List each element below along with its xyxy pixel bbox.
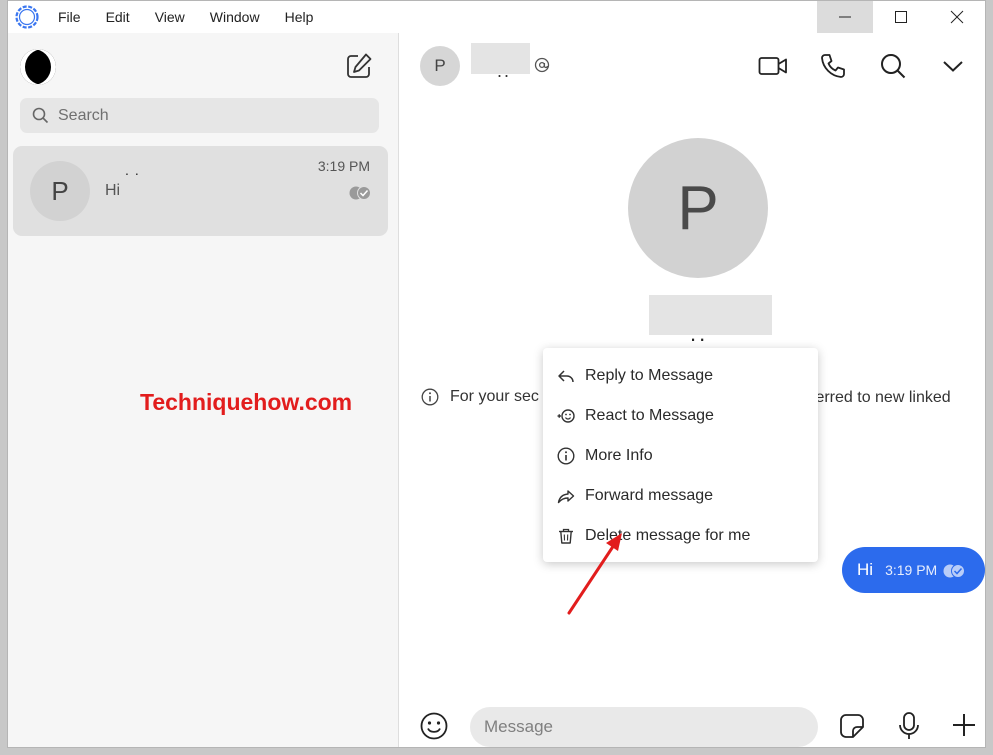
emoji-icon[interactable] bbox=[419, 711, 449, 741]
annotation-arrow-icon bbox=[567, 533, 622, 615]
sticker-icon[interactable] bbox=[838, 712, 866, 740]
delivered-check-icon bbox=[349, 186, 371, 200]
menu-item-label: Reply to Message bbox=[585, 367, 714, 384]
minimize-icon bbox=[839, 16, 851, 18]
my-profile-avatar[interactable] bbox=[20, 49, 56, 85]
note-to-self-icon bbox=[534, 57, 550, 73]
maximize-icon bbox=[895, 11, 907, 23]
menu-view[interactable]: View bbox=[155, 9, 185, 25]
signal-logo-icon bbox=[15, 5, 39, 29]
plus-icon[interactable] bbox=[951, 712, 977, 738]
message-composer bbox=[400, 701, 985, 747]
conversation-avatar: P bbox=[30, 161, 90, 221]
voice-call-button[interactable] bbox=[803, 49, 863, 83]
contact-hero-name-redacted bbox=[649, 295, 772, 335]
conversation-time: 3:19 PM bbox=[317, 158, 370, 174]
menu-item-label: React to Message bbox=[585, 407, 714, 424]
menu-window[interactable]: Window bbox=[210, 9, 260, 25]
message-input[interactable] bbox=[470, 707, 818, 747]
menu-item-label: Forward message bbox=[585, 487, 714, 504]
contact-hero-avatar: P bbox=[628, 138, 768, 278]
conversation-sidebar: P .. Hi 3:19 PM Techniquehow.com bbox=[8, 33, 399, 747]
search-icon bbox=[32, 107, 49, 124]
menu-bar: File Edit View Window Help bbox=[58, 9, 338, 25]
conversation-item[interactable]: P .. Hi 3:19 PM bbox=[13, 146, 388, 236]
delivered-check-icon bbox=[943, 564, 966, 578]
info-icon bbox=[557, 447, 575, 465]
react-icon bbox=[557, 409, 575, 423]
window-controls bbox=[817, 1, 985, 33]
safety-notice-text-start: For your sec bbox=[450, 388, 539, 405]
maximize-button[interactable] bbox=[873, 1, 929, 33]
minimize-button[interactable] bbox=[817, 1, 873, 33]
menu-item-label: More Info bbox=[585, 447, 653, 464]
contact-hero-name: .. bbox=[690, 321, 709, 346]
video-camera-icon bbox=[758, 57, 787, 75]
menu-item-more-info[interactable]: More Info bbox=[543, 436, 818, 476]
forward-icon bbox=[557, 490, 575, 504]
info-icon bbox=[421, 388, 439, 406]
close-icon bbox=[950, 10, 964, 24]
reply-icon bbox=[558, 370, 574, 383]
menu-item-react[interactable]: React to Message bbox=[543, 396, 818, 436]
search-conversation-button[interactable] bbox=[863, 49, 923, 83]
close-button[interactable] bbox=[929, 1, 985, 33]
safety-notice-text-end: sferred to new linked bbox=[803, 389, 951, 406]
compose-button[interactable] bbox=[344, 51, 374, 81]
search-icon bbox=[881, 54, 906, 79]
chat-header-avatar[interactable]: P bbox=[420, 46, 460, 86]
outgoing-message-bubble[interactable]: Hi 3:19 PM bbox=[842, 547, 985, 593]
safety-notice: For your sec bbox=[421, 388, 539, 406]
menu-item-reply[interactable]: Reply to Message bbox=[543, 356, 818, 396]
message-time: 3:19 PM bbox=[885, 562, 938, 578]
title-bar: File Edit View Window Help bbox=[8, 1, 985, 33]
chevron-down-icon bbox=[943, 61, 963, 72]
menu-item-forward[interactable]: Forward message bbox=[543, 476, 818, 516]
microphone-icon[interactable] bbox=[897, 711, 921, 741]
menu-file[interactable]: File bbox=[58, 9, 81, 25]
menu-help[interactable]: Help bbox=[285, 9, 314, 25]
search-input[interactable] bbox=[58, 106, 338, 125]
app-window: File Edit View Window Help Search P .. H… bbox=[7, 0, 986, 748]
chat-header-name[interactable]: .. bbox=[497, 61, 511, 82]
video-call-button[interactable] bbox=[743, 49, 803, 83]
message-text: Hi bbox=[857, 560, 874, 579]
watermark-text: Techniquehow.com bbox=[140, 389, 353, 415]
more-options-button[interactable] bbox=[923, 49, 983, 83]
conversation-name: .. bbox=[125, 162, 145, 178]
menu-edit[interactable]: Edit bbox=[106, 9, 130, 25]
phone-icon bbox=[821, 54, 845, 78]
compose-icon bbox=[347, 53, 372, 78]
search-bar bbox=[20, 98, 379, 133]
conversation-snippet: Hi bbox=[105, 182, 121, 199]
chat-header-actions bbox=[743, 49, 983, 83]
